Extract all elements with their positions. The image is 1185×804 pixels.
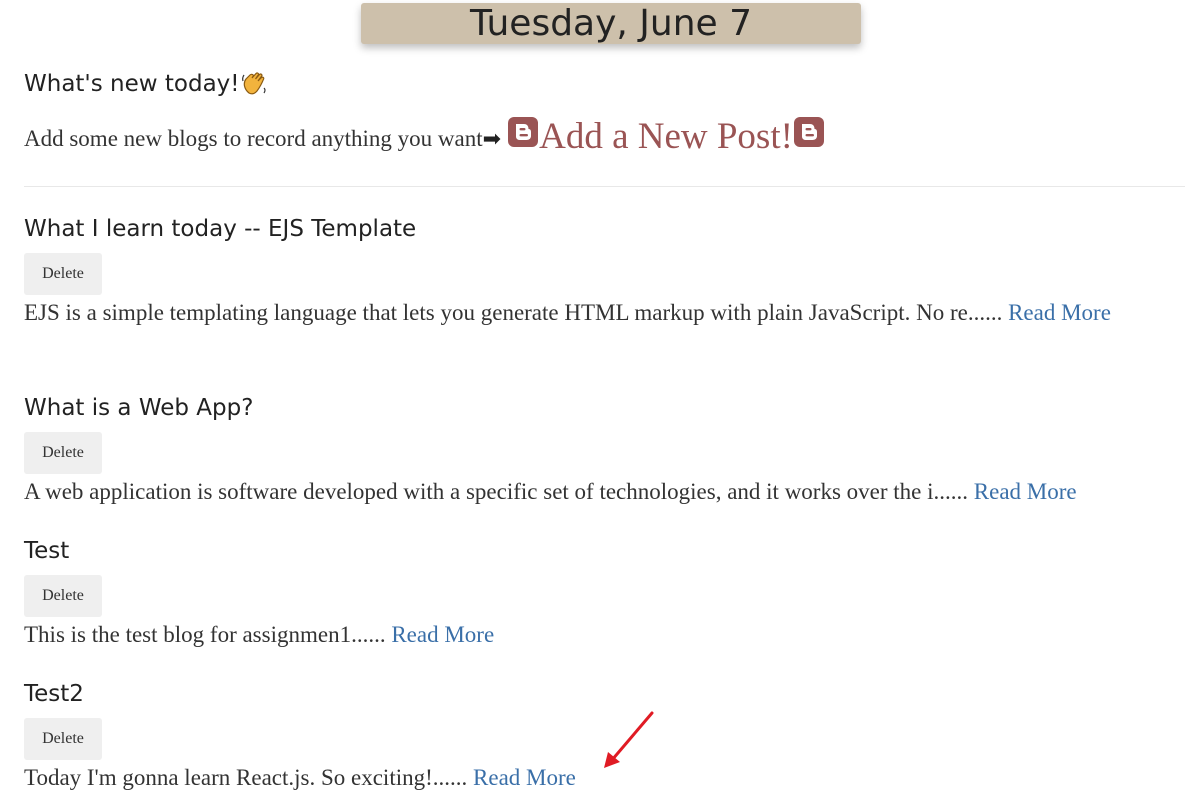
post-excerpt: A web application is software developed … xyxy=(24,474,1174,510)
read-more-link[interactable]: Read More xyxy=(391,622,494,647)
delete-button[interactable]: Delete xyxy=(24,575,102,617)
post-title: Test2 xyxy=(24,681,84,707)
read-more-link[interactable]: Read More xyxy=(473,765,576,790)
add-post-prompt: Add some new blogs to record anything yo… xyxy=(24,126,483,151)
divider xyxy=(24,186,1185,187)
post-title: Test xyxy=(24,538,70,564)
delete-button[interactable]: Delete xyxy=(24,432,102,474)
post-excerpt: Today I'm gonna learn React.js. So excit… xyxy=(24,760,1174,796)
whats-new-text: What's new today! xyxy=(24,71,240,97)
delete-button[interactable]: Delete xyxy=(24,253,102,295)
post-item: What I learn today -- EJS Template Delet… xyxy=(24,213,1174,331)
annotation-arrow-icon xyxy=(604,711,654,768)
post-title: What I learn today -- EJS Template xyxy=(24,216,417,242)
date-banner: Tuesday, June 7 xyxy=(361,3,861,44)
add-post-line: Add some new blogs to record anything yo… xyxy=(24,116,825,160)
post-item: Test Delete This is the test blog for as… xyxy=(24,535,1174,653)
read-more-link[interactable]: Read More xyxy=(974,479,1077,504)
post-excerpt: EJS is a simple templating language that… xyxy=(24,295,1174,331)
post-excerpt-text: A web application is software developed … xyxy=(24,479,969,504)
post-item: What is a Web App? Delete A web applicat… xyxy=(24,392,1174,510)
delete-button[interactable]: Delete xyxy=(24,718,102,760)
post-excerpt-text: EJS is a simple templating language that… xyxy=(24,300,1003,325)
post-item: Test2 Delete Today I'm gonna learn React… xyxy=(24,678,1174,796)
blogger-icon xyxy=(508,117,539,147)
post-excerpt-text: This is the test blog for assignmen1....… xyxy=(24,622,386,647)
post-excerpt-text: Today I'm gonna learn React.js. So excit… xyxy=(24,765,468,790)
post-excerpt: This is the test blog for assignmen1....… xyxy=(24,617,1174,653)
read-more-link[interactable]: Read More xyxy=(1008,300,1111,325)
whats-new-heading: What's new today! xyxy=(24,68,268,100)
right-arrow-icon: ➡ xyxy=(482,127,502,152)
add-new-post-link[interactable]: Add a New Post! xyxy=(539,116,793,157)
blogger-icon xyxy=(793,117,824,147)
post-title: What is a Web App? xyxy=(24,395,254,421)
waving-hand-icon xyxy=(241,72,266,95)
